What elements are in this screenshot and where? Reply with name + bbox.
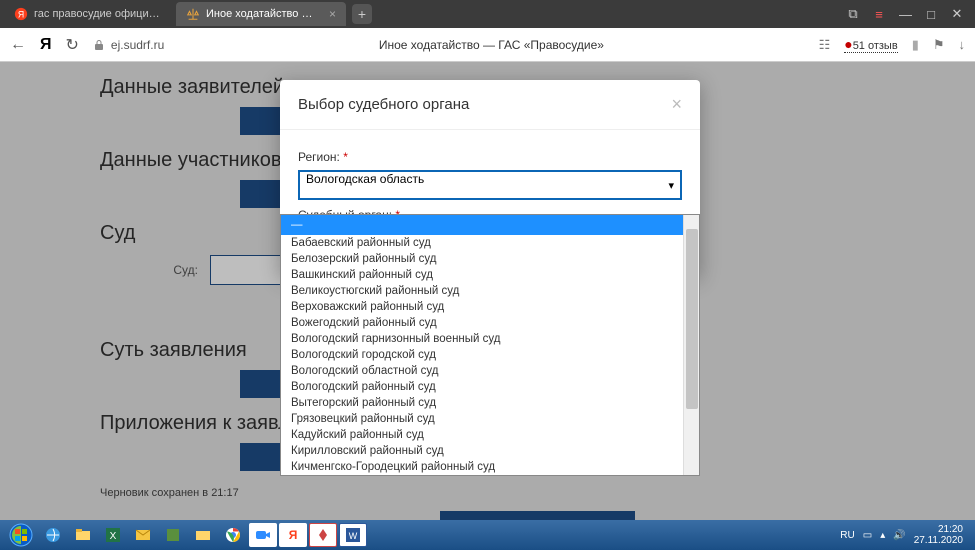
taskbar-clock[interactable]: 21:20 27.11.2020 [914, 524, 963, 546]
taskbar-zoom-icon[interactable] [249, 523, 277, 547]
taskbar-word-icon[interactable]: W [339, 523, 367, 547]
taskbar-explorer2-icon[interactable] [189, 523, 217, 547]
dropdown-option[interactable]: Вашкинский районный суд [281, 267, 683, 283]
page-title: Иное ходатайство — ГАС «Правосудие» [178, 38, 804, 52]
tray-flag-icon[interactable]: ▭ [863, 530, 872, 541]
tab-label: Иное ходатайство — ГА [206, 8, 323, 20]
maximize-icon[interactable]: □ [925, 7, 937, 22]
dropdown-option[interactable]: — [281, 215, 683, 235]
tray-up-icon[interactable]: ▴ [880, 530, 885, 541]
region-label: Регион: * [298, 150, 682, 164]
start-button[interactable] [4, 522, 38, 548]
close-icon[interactable]: × [329, 7, 336, 21]
region-value: Вологодская область [306, 172, 424, 186]
downloads-icon[interactable]: ↓ [959, 37, 966, 52]
url-host: ej.sudrf.ru [111, 38, 164, 52]
address-bar: ← Я ↻ ej.sudrf.ru Иное ходатайство — ГАС… [0, 28, 975, 62]
svg-text:Я: Я [289, 528, 298, 542]
tab-yandex-search[interactable]: Я гас правосудие официаль [4, 2, 174, 26]
reload-button[interactable]: ↻ [66, 35, 79, 55]
lock-icon [93, 39, 105, 51]
taskbar-browser-icon[interactable] [309, 523, 337, 547]
menu-icon[interactable]: ≡ [873, 7, 885, 22]
tab-gas-pravosudie[interactable]: Иное ходатайство — ГА × [176, 2, 346, 26]
court-dropdown-list: —Бабаевский районный судБелозерский райо… [280, 214, 700, 476]
windows-taskbar: X Я W RU ▭ ▴ 🔊 21:20 27.11.2020 [0, 520, 975, 550]
extensions-icon[interactable]: ⚑ [933, 37, 945, 53]
taskbar-app1-icon[interactable] [159, 523, 187, 547]
dropdown-option[interactable]: Кирилловский районный суд [281, 443, 683, 459]
url-display[interactable]: ej.sudrf.ru [93, 38, 164, 52]
dropdown-option[interactable]: Кичменгско-Городецкий районный суд [281, 459, 683, 475]
copy-icon[interactable]: ⧉ [847, 6, 859, 22]
modal-title: Выбор судебного органа [298, 96, 469, 113]
scrollbar-thumb[interactable] [686, 229, 698, 409]
new-tab-button[interactable]: + [352, 4, 372, 24]
taskbar-ie-icon[interactable] [39, 523, 67, 547]
clock-time: 21:20 [914, 524, 963, 535]
dropdown-option[interactable]: Вытегорский районный суд [281, 395, 683, 411]
dropdown-option[interactable]: Грязовецкий районный суд [281, 411, 683, 427]
scales-favicon-icon [186, 7, 200, 21]
svg-text:X: X [110, 531, 117, 542]
dropdown-option[interactable]: Кадуйский районный суд [281, 427, 683, 443]
chevron-down-icon: ▾ [668, 179, 674, 192]
minimize-icon[interactable]: — [899, 7, 911, 22]
yandex-button[interactable]: Я [40, 36, 52, 54]
svg-text:W: W [349, 531, 358, 541]
region-select[interactable]: Вологодская область ▾ [298, 170, 682, 200]
taskbar-lang[interactable]: RU [840, 530, 854, 541]
dropdown-option[interactable]: Вологодский районный суд [281, 379, 683, 395]
svg-text:Я: Я [18, 10, 24, 20]
reviews-link[interactable]: ●51 отзыв [844, 36, 897, 53]
dropdown-option[interactable]: Вожегодский районный суд [281, 315, 683, 331]
dropdown-option[interactable]: Вологодский областной суд [281, 363, 683, 379]
clock-date: 27.11.2020 [914, 535, 963, 546]
close-window-icon[interactable]: ✕ [951, 6, 963, 22]
modal-close-icon[interactable]: × [671, 94, 682, 115]
bookmark-icon[interactable]: ▮ [912, 37, 919, 53]
yandex-favicon-icon: Я [14, 7, 28, 21]
back-button[interactable]: ← [10, 36, 26, 54]
dropdown-option[interactable]: Бабаевский районный суд [281, 235, 683, 251]
dropdown-option[interactable]: Верховажский районный суд [281, 299, 683, 315]
dropdown-option[interactable]: Вологодский гарнизонный военный суд [281, 331, 683, 347]
taskbar-explorer-icon[interactable] [69, 523, 97, 547]
taskbar-chrome-icon[interactable] [219, 523, 247, 547]
dropdown-option[interactable]: Вологодский городской суд [281, 347, 683, 363]
dropdown-scrollbar[interactable] [683, 215, 699, 475]
tab-label: гас правосудие официаль [34, 8, 164, 20]
dropdown-option[interactable]: Великоустюгский районный суд [281, 283, 683, 299]
dropdown-option[interactable]: Белозерский районный суд [281, 251, 683, 267]
taskbar-yandex-icon[interactable]: Я [279, 523, 307, 547]
browser-tabstrip: Я гас правосудие официаль Иное ходатайст… [0, 0, 975, 28]
taskbar-mail-icon[interactable] [129, 523, 157, 547]
translate-icon[interactable]: ☷ [819, 37, 831, 53]
taskbar-excel-icon[interactable]: X [99, 523, 127, 547]
tray-speaker-icon[interactable]: 🔊 [893, 530, 905, 541]
